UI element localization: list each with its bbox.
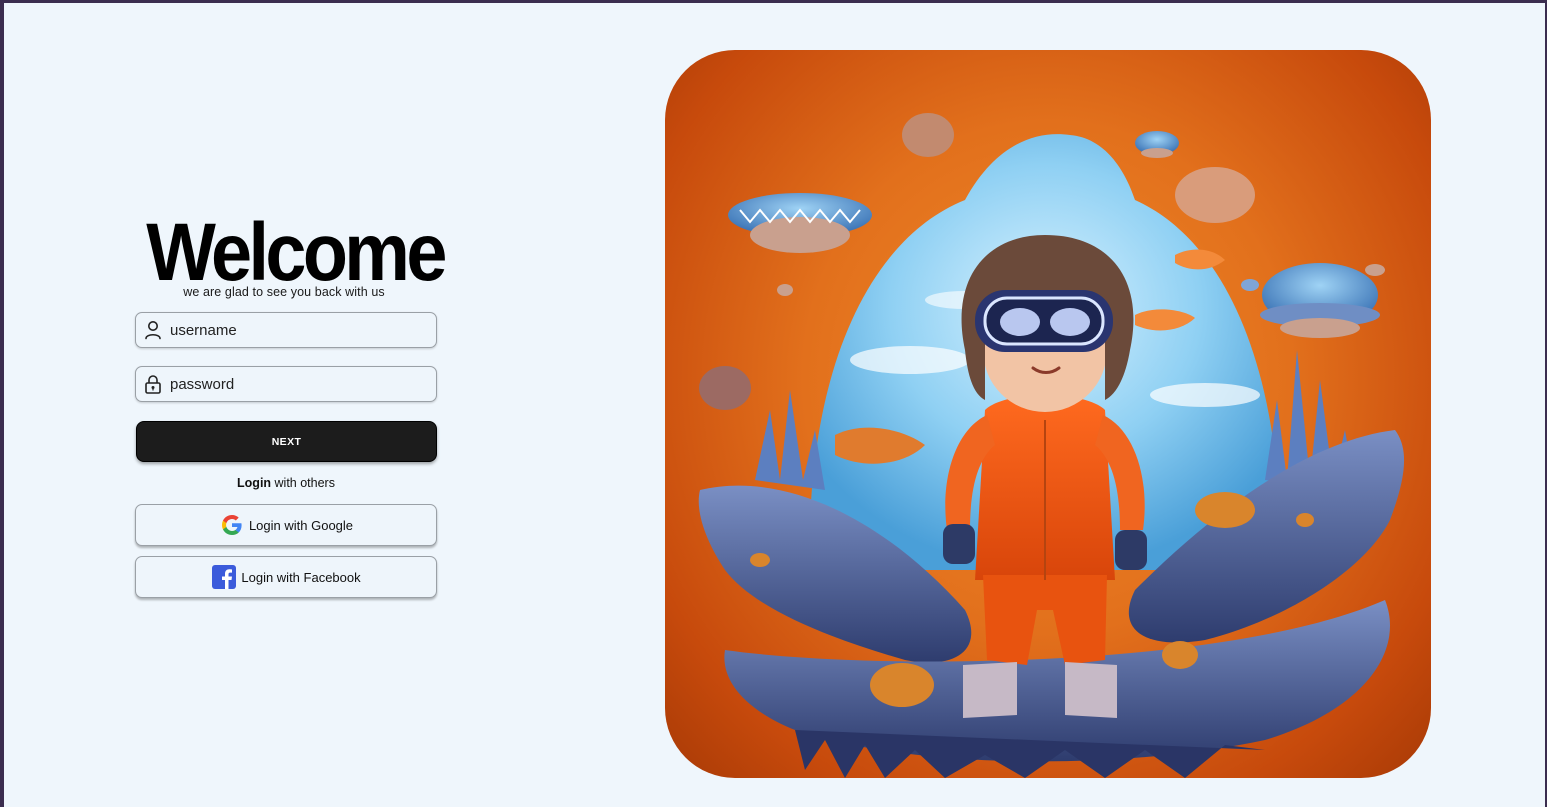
user-icon [136, 313, 170, 347]
login-google-button[interactable]: Login with Google [135, 504, 437, 546]
character [943, 235, 1147, 718]
login-panel: Welcome we are glad to see you back with… [131, 207, 447, 598]
google-logo-icon [219, 512, 245, 538]
username-input[interactable] [170, 315, 420, 345]
facebook-logo-icon [211, 564, 237, 590]
others-rest-text: with others [271, 476, 335, 490]
login-with-others-label: Login with others [131, 476, 441, 490]
ufo-left [728, 193, 872, 253]
welcome-title: Welcome [146, 207, 447, 298]
password-field[interactable] [135, 366, 437, 402]
password-input[interactable] [170, 369, 420, 399]
hero-artwork [698, 113, 1405, 778]
username-field[interactable] [135, 312, 437, 348]
next-button[interactable]: NEXT [136, 421, 437, 462]
others-bold-text: Login [237, 476, 272, 490]
lock-icon [136, 367, 170, 401]
ufo-small [1135, 131, 1179, 158]
google-button-label: Login with Google [248, 517, 354, 533]
login-facebook-button[interactable]: Login with Facebook [135, 556, 437, 598]
hero-illustration [665, 50, 1431, 778]
ufo-right [1260, 263, 1380, 338]
facebook-button-label: Login with Facebook [241, 569, 361, 585]
login-page: Welcome we are glad to see you back with… [4, 3, 1545, 807]
